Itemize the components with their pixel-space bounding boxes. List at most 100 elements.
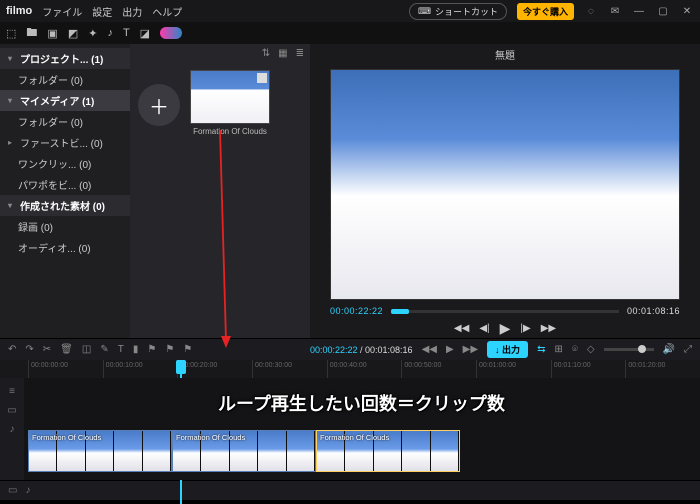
timeline-timecode: 00:00:22:22 / 00:01:08:16 [310, 345, 413, 355]
text-tool-icon[interactable]: T [118, 344, 124, 355]
timeline-clip[interactable]: Formation Of Clouds [28, 430, 172, 472]
effects-icon[interactable]: ✦ [88, 27, 97, 40]
step-fwd-button[interactable]: |▶ [520, 323, 530, 334]
clip-badge-icon [257, 73, 267, 83]
timeline-body: ≡ ▭ ♪ ループ再生したい回数＝クリップ数 Formation Of Clou… [0, 378, 700, 480]
menu-output[interactable]: 出力 [122, 4, 142, 19]
main-menu: ファイル 設定 出力 ヘルプ [42, 4, 182, 19]
volume-icon[interactable]: 🔊 [663, 344, 675, 355]
trash-button[interactable]: 🗑 [60, 344, 73, 355]
lock-icon[interactable]: ◇ [587, 344, 595, 355]
timeline-toolbar: ↶ ↷ ✂ 🗑 ◫ ✎ T ▮ ⚑ ⚑ ⚑ 00:00:22:22 / 00:0… [0, 338, 700, 360]
import-media-button[interactable]: ＋ [138, 84, 180, 126]
timeline-clip[interactable]: Formation Of Clouds [172, 430, 316, 472]
add-track-icon[interactable]: ▭ [8, 485, 17, 496]
redo-button[interactable]: ↷ [25, 344, 33, 355]
preview-title: 無題 [310, 44, 700, 65]
clip-label: Formation Of Clouds [32, 433, 101, 442]
preview-scrubber[interactable] [391, 310, 619, 313]
menu-file[interactable]: ファイル [42, 4, 82, 19]
sidebar-item[interactable]: パワポをビ... (0) [0, 174, 130, 195]
ruler-tick: 00:00:30:00 [252, 360, 327, 378]
buy-now-button[interactable]: 今すぐ購入 [517, 3, 574, 20]
shortcut-button[interactable]: ⌨ ショートカット [409, 3, 507, 20]
ruler-tick: 00:00:10:00 [103, 360, 178, 378]
menu-icon[interactable]: ≡ [9, 386, 15, 397]
crop-button[interactable]: ◫ [82, 344, 91, 355]
mail-icon[interactable]: ✉ [608, 4, 622, 18]
maximize-button[interactable]: ▢ [656, 4, 670, 18]
sidebar-item[interactable]: フォルダー (0) [0, 111, 130, 132]
snap-icon[interactable]: ⊞ [554, 344, 562, 355]
sidebar-item[interactable]: 録画 (0) [0, 216, 130, 237]
clip-name-label: Formation Of Clouds [190, 127, 270, 136]
color-pill[interactable] [160, 27, 182, 39]
sort-icon[interactable]: ⇅ [262, 48, 270, 59]
toolbar: ⬚ 🖿 ▣ ◩ ✦ ♪ T ◪ [0, 22, 700, 44]
menu-settings[interactable]: 設定 [92, 4, 112, 19]
play-button[interactable]: ▶ [500, 320, 511, 337]
shortcut-label: ショートカット [435, 5, 498, 18]
prev-frame-button[interactable]: ◀◀ [454, 323, 469, 334]
video-track[interactable]: Formation Of Clouds Formation Of Clouds Fo… [28, 430, 700, 472]
time-total: 00:01:08:16 [627, 306, 680, 316]
add-audio-icon[interactable]: ♪ [25, 485, 30, 496]
sidebar-item[interactable]: フォルダー (0) [0, 69, 130, 90]
ruler-tick: 00:01:10:00 [551, 360, 626, 378]
timeline-ruler[interactable]: 00:00:00:0000:00:10:0000:00:20:0000:00:3… [0, 360, 700, 378]
cut-button[interactable]: ✂ [43, 344, 51, 355]
clip-label: Formation Of Clouds [320, 433, 389, 442]
close-button[interactable]: ✕ [680, 4, 694, 18]
timeline-clip[interactable]: Formation Of Clouds [316, 430, 460, 472]
overlay-icon[interactable]: ◩ [68, 27, 78, 40]
record-button[interactable]: ▮ [133, 344, 139, 355]
ruler-tick: 00:00:40:00 [327, 360, 402, 378]
audio-icon[interactable]: ♪ [107, 27, 113, 39]
marker-a-icon[interactable]: ⚑ [147, 344, 156, 355]
preview-viewport[interactable] [330, 69, 680, 300]
edit-tool-icon[interactable]: ✎ [100, 344, 108, 355]
folder-icon[interactable]: 🖿 [26, 24, 37, 43]
marker-c-icon[interactable]: ⚑ [183, 344, 192, 355]
layers-icon[interactable]: ▣ [47, 27, 57, 40]
clip-label: Formation Of Clouds [176, 433, 245, 442]
user-icon[interactable]: ◌ [584, 4, 598, 18]
playhead[interactable] [176, 360, 186, 374]
text-icon[interactable]: T [123, 27, 130, 39]
list-view-icon[interactable]: ≣ [296, 48, 304, 59]
ruler-tick: 00:00:50:00 [401, 360, 476, 378]
ruler-tick: 00:00:00:00 [28, 360, 103, 378]
export-button[interactable]: ↓ 出力 [487, 341, 528, 358]
loop-icon[interactable]: ⇆ [537, 344, 545, 355]
media-icon[interactable]: ⬚ [6, 27, 16, 40]
sidebar-item[interactable]: ワンクリッ... (0) [0, 153, 130, 174]
step-back-button[interactable]: ◀| [479, 323, 489, 334]
undo-button[interactable]: ↶ [8, 344, 16, 355]
app-logo: filmo [6, 5, 32, 17]
project-sidebar: プロジェクト... (1)フォルダー (0)マイメディア (1)フォルダー (0… [0, 44, 130, 338]
grid-view-icon[interactable]: ▦ [278, 48, 287, 59]
zoom-slider[interactable] [604, 348, 654, 351]
marker-b-icon[interactable]: ⚑ [165, 344, 174, 355]
sidebar-item[interactable]: プロジェクト... (1) [0, 48, 130, 69]
menu-help[interactable]: ヘルプ [152, 4, 182, 19]
tl-next-button[interactable]: ▶▶ [463, 344, 478, 355]
sidebar-item[interactable]: 作成された素材 (0) [0, 195, 130, 216]
fullscreen-icon[interactable]: ⤢ [684, 344, 692, 355]
minimize-button[interactable]: — [632, 4, 646, 18]
media-pane: ⇅ ▦ ≣ ＋ Formation Of Clouds [130, 44, 310, 338]
sidebar-item[interactable]: オーディオ... (0) [0, 237, 130, 258]
sidebar-item[interactable]: ファーストビ... (0) [0, 132, 130, 153]
media-clip[interactable]: Formation Of Clouds [190, 70, 270, 136]
link-icon[interactable]: ⌾ [572, 344, 578, 355]
video-track-icon[interactable]: ▭ [7, 405, 16, 416]
keyboard-icon: ⌨ [418, 6, 431, 17]
tl-prev-button[interactable]: ◀◀ [422, 344, 437, 355]
sticker-icon[interactable]: ◪ [140, 27, 150, 40]
tl-play-button[interactable]: ▶ [446, 344, 454, 355]
ruler-tick: 00:00:20:00 [177, 360, 252, 378]
sidebar-item[interactable]: マイメディア (1) [0, 90, 130, 111]
audio-track-icon[interactable]: ♪ [10, 424, 15, 435]
ruler-tick: 00:01:00:00 [476, 360, 551, 378]
next-frame-button[interactable]: ▶▶ [541, 323, 556, 334]
